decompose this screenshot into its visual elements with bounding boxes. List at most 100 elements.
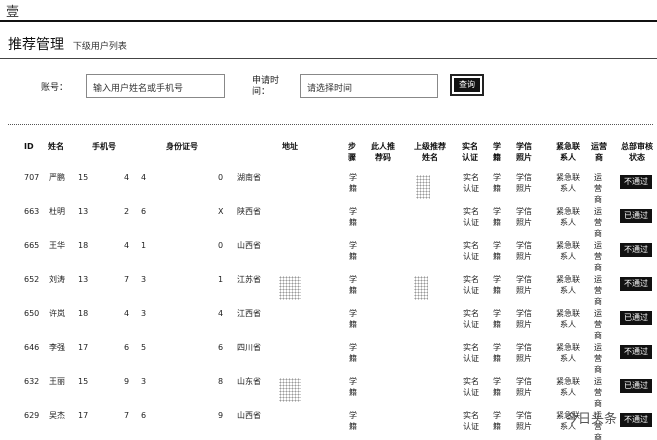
cell-phone-suffix: 4 bbox=[124, 241, 130, 250]
table-row: 632 王丽 15 9 3 8 山东省 学籍 实名认证 学籍 学信照片 紧急联系… bbox=[0, 376, 657, 408]
cell-student-id: 学籍 bbox=[493, 343, 501, 363]
cell-student-id: 学籍 bbox=[493, 207, 501, 227]
redacted-area bbox=[414, 276, 428, 300]
cell-phone-prefix: 13 bbox=[78, 275, 89, 284]
cell-name: 杜明 bbox=[49, 207, 65, 216]
cell-emergency: 紧急联系人 bbox=[556, 241, 580, 261]
cell-emergency: 紧急联系人 bbox=[556, 173, 580, 193]
cell-idcard-suffix: 1 bbox=[218, 275, 224, 284]
cell-xinxi-photo: 学信照片 bbox=[516, 343, 532, 363]
col-header-address: 地址 bbox=[282, 142, 298, 151]
cell-realname: 实名认证 bbox=[463, 309, 479, 329]
cell-operator: 运营商 bbox=[594, 207, 602, 238]
cell-phone-suffix: 2 bbox=[124, 207, 130, 216]
cell-operator: 运营商 bbox=[594, 343, 602, 374]
search-button[interactable]: 查询 bbox=[450, 74, 484, 96]
cell-phone-suffix: 4 bbox=[124, 309, 130, 318]
cell-id: 663 bbox=[24, 207, 40, 216]
cell-student-id: 学籍 bbox=[493, 173, 501, 193]
table-row: 652 刘涛 13 7 3 1 江苏省 学籍 实名认证 学籍 学信照片 紧急联系… bbox=[0, 274, 657, 306]
cell-phone-prefix: 18 bbox=[78, 241, 89, 250]
cell-student-id: 学籍 bbox=[493, 241, 501, 261]
cell-step: 学籍 bbox=[349, 207, 357, 227]
cell-idcard-prefix: 3 bbox=[141, 275, 147, 284]
table-row: 629 吴杰 17 7 6 9 山西省 学籍 实名认证 学籍 学信照片 紧急联系… bbox=[0, 410, 657, 440]
col-header-xinxi-photo: 学信照片 bbox=[516, 142, 532, 162]
cell-emergency: 紧急联系人 bbox=[556, 207, 580, 227]
cell-emergency: 紧急联系人 bbox=[556, 309, 580, 329]
col-header-student-id: 学籍 bbox=[493, 142, 501, 162]
cell-idcard-suffix: X bbox=[218, 207, 224, 216]
cell-name: 严鹏 bbox=[49, 173, 65, 182]
search-button-label: 查询 bbox=[454, 78, 480, 92]
col-header-parent-referrer: 上级推荐姓名 bbox=[414, 142, 446, 162]
cell-emergency: 紧急联系人 bbox=[556, 343, 580, 363]
search-bar: 账号： 输入用户姓名或手机号 申请时间： 请选择时间 查询 bbox=[0, 70, 657, 104]
cell-phone-suffix: 9 bbox=[124, 377, 130, 386]
redacted-area bbox=[279, 378, 301, 402]
cell-operator: 运营商 bbox=[594, 275, 602, 306]
cell-phone-suffix: 7 bbox=[124, 275, 130, 284]
status-badge[interactable]: 不通过 bbox=[620, 345, 652, 359]
table-row: 665 王华 18 4 1 0 山西省 学籍 实名认证 学籍 学信照片 紧急联系… bbox=[0, 240, 657, 272]
cell-realname: 实名认证 bbox=[463, 173, 479, 193]
cell-student-id: 学籍 bbox=[493, 309, 501, 329]
top-bar: 壹 bbox=[0, 0, 657, 22]
cell-realname: 实名认证 bbox=[463, 377, 479, 397]
cell-id: 629 bbox=[24, 411, 40, 420]
cell-name: 刘涛 bbox=[49, 275, 65, 284]
redacted-area bbox=[279, 276, 301, 300]
cell-emergency: 紧急联系人 bbox=[556, 377, 580, 397]
status-badge[interactable]: 不通过 bbox=[620, 243, 652, 257]
cell-realname: 实名认证 bbox=[463, 343, 479, 363]
cell-step: 学籍 bbox=[349, 241, 357, 261]
table-row: 663 杜明 13 2 6 X 陕西省 学籍 实名认证 学籍 学信照片 紧急联系… bbox=[0, 206, 657, 238]
table-row: 707 严鹏 15 4 4 0 湖南省 学籍 实名认证 学籍 学信照片 紧急联系… bbox=[0, 172, 657, 204]
cell-student-id: 学籍 bbox=[493, 377, 501, 397]
col-header-approval: 总部审核状态 bbox=[621, 142, 653, 162]
status-badge[interactable]: 已通过 bbox=[620, 379, 652, 393]
table-row: 650 许岚 18 4 3 4 江西省 学籍 实名认证 学籍 学信照片 紧急联系… bbox=[0, 308, 657, 340]
cell-name: 吴杰 bbox=[49, 411, 65, 420]
cell-phone-prefix: 13 bbox=[78, 207, 89, 216]
status-badge[interactable]: 已通过 bbox=[620, 311, 652, 325]
redacted-area bbox=[416, 175, 430, 199]
cell-province: 湖南省 bbox=[237, 173, 261, 182]
col-header-id: ID bbox=[24, 142, 34, 151]
cell-realname: 实名认证 bbox=[463, 207, 479, 227]
cell-realname: 实名认证 bbox=[463, 275, 479, 295]
app-logo-glyph: 壹 bbox=[6, 5, 20, 20]
cell-phone-suffix: 4 bbox=[124, 173, 130, 182]
cell-idcard-prefix: 4 bbox=[141, 173, 147, 182]
status-badge[interactable]: 不通过 bbox=[620, 413, 652, 427]
page-title: 推荐管理 bbox=[8, 37, 64, 53]
cell-student-id: 学籍 bbox=[493, 275, 501, 295]
cell-step: 学籍 bbox=[349, 309, 357, 329]
cell-phone-prefix: 17 bbox=[78, 343, 89, 352]
time-picker-input[interactable]: 请选择时间 bbox=[300, 74, 438, 98]
table-row: 646 李强 17 6 5 6 四川省 学籍 实名认证 学籍 学信照片 紧急联系… bbox=[0, 342, 657, 374]
cell-province: 陕西省 bbox=[237, 207, 261, 216]
cell-id: 707 bbox=[24, 173, 40, 182]
status-badge[interactable]: 已通过 bbox=[620, 209, 652, 223]
cell-name: 许岚 bbox=[49, 309, 65, 318]
cell-province: 山东省 bbox=[237, 377, 261, 386]
cell-idcard-suffix: 9 bbox=[218, 411, 224, 420]
account-label: 账号： bbox=[41, 83, 69, 93]
cell-idcard-prefix: 6 bbox=[141, 411, 147, 420]
cell-id: 665 bbox=[24, 241, 40, 250]
cell-id: 650 bbox=[24, 309, 40, 318]
col-header-operator: 运营商 bbox=[591, 142, 607, 162]
cell-province: 山西省 bbox=[237, 411, 261, 420]
col-header-referrer: 此人推荐码 bbox=[371, 142, 395, 162]
cell-realname: 实名认证 bbox=[463, 241, 479, 261]
status-badge[interactable]: 不通过 bbox=[620, 175, 652, 189]
cell-phone-prefix: 18 bbox=[78, 309, 89, 318]
cell-id: 646 bbox=[24, 343, 40, 352]
cell-xinxi-photo: 学信照片 bbox=[516, 207, 532, 227]
page-header: 推荐管理 下级用户列表 bbox=[8, 34, 127, 54]
cell-phone-suffix: 6 bbox=[124, 343, 130, 352]
account-search-input[interactable]: 输入用户姓名或手机号 bbox=[86, 74, 225, 98]
status-badge[interactable]: 不通过 bbox=[620, 277, 652, 291]
cell-realname: 实名认证 bbox=[463, 411, 479, 431]
